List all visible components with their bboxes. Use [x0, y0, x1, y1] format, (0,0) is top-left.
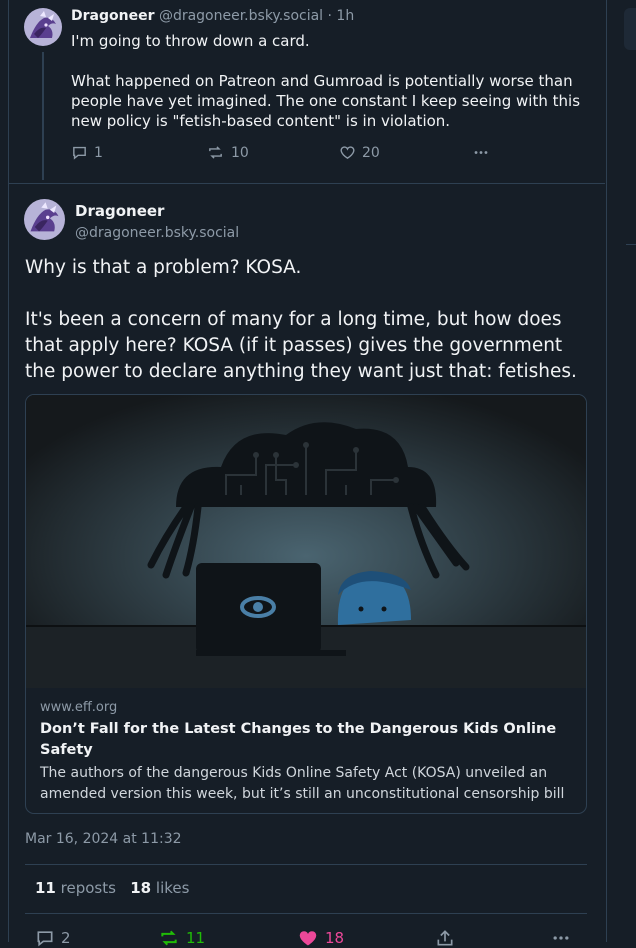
parent-reply-button[interactable]: 1: [71, 144, 103, 161]
share-icon: [435, 928, 455, 948]
parent-post-actions: 1 10 20: [71, 144, 591, 164]
parent-more-button[interactable]: [471, 144, 491, 161]
reposts-count: 11: [35, 879, 56, 897]
repost-icon: [206, 144, 225, 161]
repost-icon: [158, 928, 180, 948]
main-reply-button[interactable]: 2: [35, 928, 71, 948]
parent-repost-button[interactable]: 10: [206, 144, 249, 161]
parent-post-text: I'm going to throw down a card. What hap…: [71, 31, 581, 131]
heart-icon: [339, 144, 356, 161]
likes-count: 18: [130, 879, 152, 897]
link-card-domain: www.eff.org: [40, 700, 118, 715]
post-timestamp: Mar 16, 2024 at 11:32: [25, 831, 182, 847]
reposts-label: reposts: [60, 879, 116, 897]
main-share-button[interactable]: [435, 928, 455, 948]
parent-paragraph: What happened on Patreon and Gumroad is …: [71, 72, 581, 130]
more-icon: [471, 144, 491, 161]
likes-stat[interactable]: 18 likes: [130, 879, 189, 897]
thread-connector-line: [42, 52, 44, 180]
parent-like-button[interactable]: 20: [339, 144, 380, 161]
main-post-text: Why is that a problem? KOSA. It's been a…: [25, 255, 590, 385]
stats-divider-top: [25, 864, 587, 865]
parent-author-name[interactable]: Dragoneer: [71, 8, 154, 24]
engagement-stats: 11 reposts 18 likes: [35, 879, 189, 897]
parent-reply-count: 1: [94, 144, 103, 161]
reply-icon: [35, 928, 55, 948]
parent-author-handle[interactable]: @dragoneer.bsky.social: [159, 8, 323, 24]
link-card-thumbnail: [26, 395, 586, 688]
main-like-count: 18: [325, 929, 345, 947]
parent-like-count: 20: [362, 144, 380, 161]
parent-paragraph: I'm going to throw down a card.: [71, 32, 310, 50]
main-repost-button[interactable]: 11: [158, 928, 205, 948]
main-paragraph: Why is that a problem? KOSA.: [25, 257, 302, 278]
parent-time-ago[interactable]: · 1h: [328, 8, 355, 24]
main-author-handle[interactable]: @dragoneer.bsky.social: [75, 225, 239, 241]
main-more-button[interactable]: [550, 928, 572, 948]
main-repost-count: 11: [186, 929, 206, 947]
main-author-name[interactable]: Dragoneer: [75, 202, 164, 220]
right-panel-divider: [626, 244, 636, 245]
more-icon: [550, 928, 572, 948]
link-card-description: The authors of the dangerous Kids Online…: [40, 765, 565, 813]
main-post-actions: 2 11 18: [25, 928, 585, 948]
parent-post-header: Dragoneer @dragoneer.bsky.social · 1h: [71, 8, 354, 24]
stats-divider-bottom: [25, 913, 587, 914]
link-card-title: Don’t Fall for the Latest Changes to the…: [40, 721, 557, 758]
link-preview-card[interactable]: www.eff.org Don’t Fall for the Latest Ch…: [25, 394, 587, 814]
likes-label: likes: [155, 879, 190, 897]
heart-icon: [297, 928, 319, 948]
main-like-button[interactable]: 18: [297, 928, 344, 948]
reposts-stat[interactable]: 11 reposts: [35, 879, 116, 897]
main-paragraph: It's been a concern of many for a long t…: [25, 309, 577, 382]
parent-avatar[interactable]: [24, 8, 62, 46]
right-panel-edge: [624, 8, 636, 50]
main-reply-count: 2: [61, 929, 71, 947]
parent-repost-count: 10: [231, 144, 249, 161]
post-divider: [8, 183, 605, 184]
main-avatar[interactable]: [24, 199, 65, 240]
reply-icon: [71, 144, 88, 161]
